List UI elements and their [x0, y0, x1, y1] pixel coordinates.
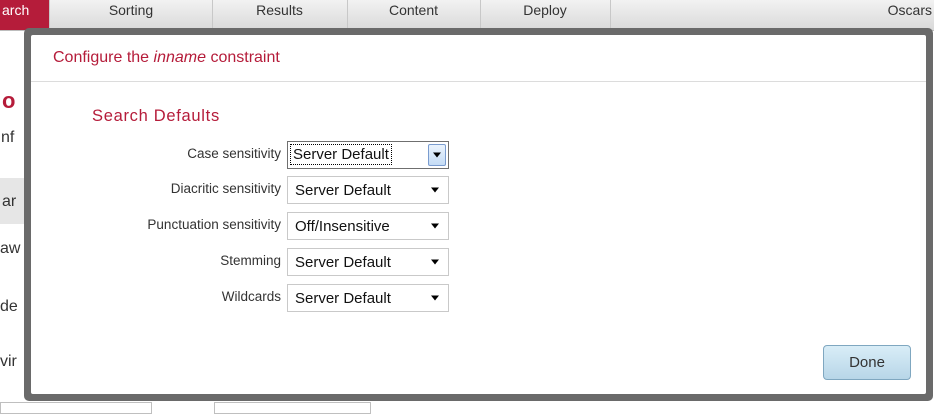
- background-heading-fragment: o: [2, 88, 16, 113]
- top-tab-bar: arch Sorting Results Content Deploy Osca…: [0, 0, 934, 31]
- setting-label: Case sensitivity: [187, 146, 281, 161]
- caret-down-icon[interactable]: [427, 290, 443, 306]
- case-sensitivity-select[interactable]: Server Default: [287, 141, 449, 169]
- punctuation-sensitivity-select[interactable]: Off/Insensitive: [287, 212, 449, 240]
- select-value: Server Default: [290, 144, 392, 165]
- setting-label: Punctuation sensitivity: [147, 217, 281, 232]
- background-text-fragment: de: [0, 298, 18, 315]
- select-value: Server Default: [295, 290, 391, 307]
- background-text-fragment: aw: [0, 240, 21, 257]
- wildcards-select[interactable]: Server Default: [287, 284, 449, 312]
- setting-row-wildcards: Wildcards Server Default: [31, 284, 531, 312]
- caret-down-icon[interactable]: [427, 182, 443, 198]
- setting-row-case: Case sensitivity Server Default: [31, 141, 531, 169]
- background-text-fragment: ar: [2, 193, 17, 210]
- tab-content[interactable]: Content: [347, 0, 481, 30]
- background-text-fragment: nf: [1, 129, 15, 146]
- caret-down-icon[interactable]: [427, 218, 443, 234]
- diacritic-sensitivity-select[interactable]: Server Default: [287, 176, 449, 204]
- dialog-title: Configure the inname constraint: [31, 35, 926, 82]
- setting-label: Wildcards: [221, 289, 281, 304]
- tab-results[interactable]: Results: [212, 0, 348, 30]
- section-title: Search Defaults: [92, 107, 220, 125]
- select-value: Server Default: [295, 182, 391, 199]
- setting-row-punctuation: Punctuation sensitivity Off/Insensitive: [31, 212, 531, 240]
- setting-row-stemming: Stemming Server Default: [31, 248, 531, 276]
- app-name-label: Oscars: [887, 2, 932, 18]
- stemming-select[interactable]: Server Default: [287, 248, 449, 276]
- tab-search[interactable]: arch: [0, 0, 50, 30]
- dialog-frame: Configure the inname constraint Search D…: [24, 28, 933, 401]
- select-value: Off/Insensitive: [295, 218, 390, 235]
- caret-down-icon[interactable]: [428, 144, 446, 166]
- constraint-name: inname: [153, 49, 206, 66]
- background-input: [0, 402, 152, 414]
- done-button[interactable]: Done: [823, 345, 911, 380]
- background-text-fragment: vir: [0, 353, 17, 370]
- setting-label: Diacritic sensitivity: [170, 181, 281, 196]
- setting-row-diacritic: Diacritic sensitivity Server Default: [31, 176, 531, 204]
- caret-down-icon[interactable]: [427, 254, 443, 270]
- background-input: [214, 402, 371, 414]
- setting-label: Stemming: [220, 253, 281, 268]
- tab-deploy[interactable]: Deploy: [480, 0, 611, 30]
- tab-sorting[interactable]: Sorting: [50, 0, 213, 30]
- select-value: Server Default: [295, 254, 391, 271]
- constraint-dialog: Configure the inname constraint Search D…: [31, 35, 926, 394]
